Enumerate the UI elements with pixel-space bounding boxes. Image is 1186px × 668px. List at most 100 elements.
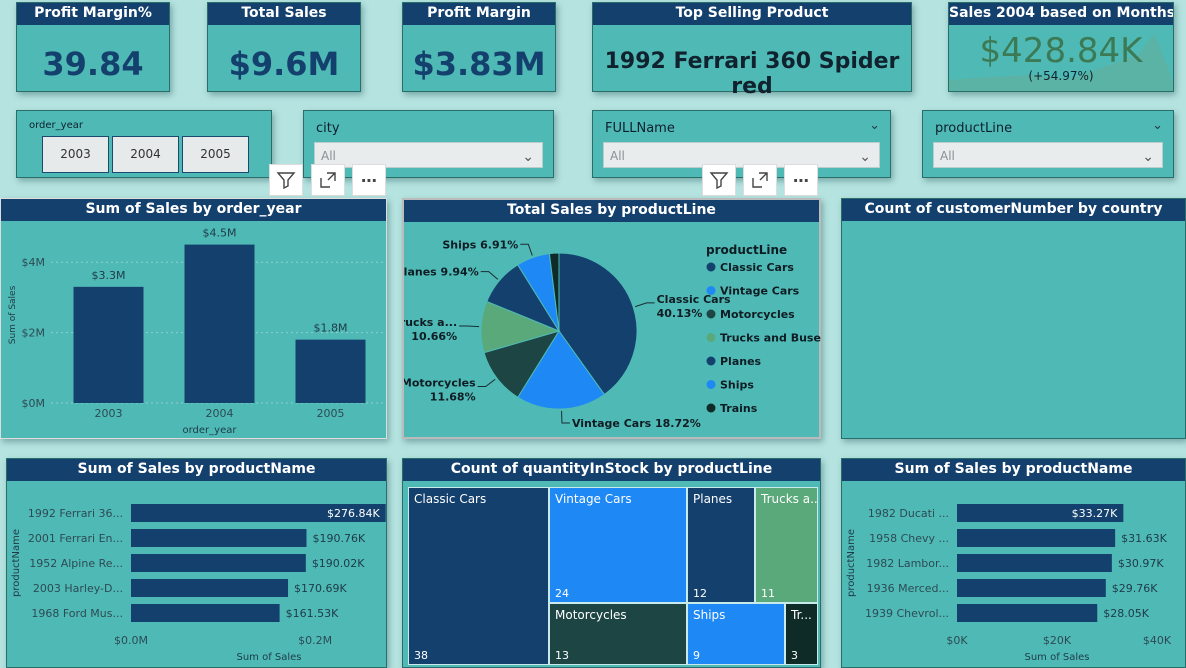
slicer-productline: productLine ⌄ All ⌄: [922, 110, 1174, 178]
leader-line: [480, 271, 499, 280]
legend-item: Planes: [720, 355, 762, 368]
chart-sales-by-year[interactable]: Sum of Sales by order_year $0M $2M $4M $3.3…: [0, 198, 387, 439]
leader-line: [561, 410, 570, 424]
y-tick-label: 1939 Chevrol...: [865, 607, 949, 620]
slicer-fullname: FULLName ⌄ All ⌄: [592, 110, 891, 178]
y-axis-label: Sum of Sales: [8, 285, 18, 344]
data-label: $4.5M: [203, 227, 237, 240]
legend-item: Motorcycles: [720, 308, 795, 321]
kpi-value: 39.84: [42, 45, 144, 83]
productline-dropdown[interactable]: All ⌄: [933, 142, 1163, 168]
treemap-cell: Classic Cars 38: [408, 487, 549, 665]
treemap-value: 24: [555, 587, 569, 600]
leader-line: [459, 325, 480, 328]
dropdown-value: All: [940, 149, 955, 163]
legend-item: Classic Cars: [720, 261, 794, 274]
legend-marker: [706, 262, 716, 272]
bar: [957, 604, 1098, 622]
data-label: $276.84K: [327, 507, 380, 520]
filter-icon[interactable]: [269, 164, 303, 196]
x-tick-label: 2005: [317, 407, 345, 420]
pie-data-label: Planes 9.94%: [404, 266, 479, 279]
kpi-value: $9.6M: [228, 45, 340, 83]
x-tick-label: 2004: [206, 407, 234, 420]
focus-mode-icon[interactable]: [743, 164, 777, 196]
chart-customers-by-country[interactable]: Count of customerNumber by country: [841, 198, 1186, 439]
treemap-label: Ships: [693, 608, 726, 622]
more-options-icon[interactable]: ⋯: [352, 164, 386, 196]
data-label: $30.97K: [1118, 557, 1164, 570]
chart-title: Total Sales by productLine: [404, 200, 819, 222]
chart-title: Count of quantityInStock by productLine: [403, 459, 820, 481]
y-tick-label: 1968 Ford Mus...: [31, 607, 123, 620]
pie-data-label-pct: 10.66%: [411, 330, 457, 343]
kpi-delta: (+54.97%): [1028, 69, 1094, 83]
y-axis-label: productName: [846, 529, 857, 597]
kpi-value: 1992 Ferrari 360 Spider red: [604, 49, 900, 99]
chart-sales-by-product-right[interactable]: Sum of Sales by productName 1982 Ducati …: [841, 458, 1186, 668]
treemap-cell: Motorcycles 13: [549, 603, 687, 665]
chevron-down-icon: ⌄: [522, 149, 534, 165]
bar: [73, 286, 144, 403]
kpi-title: Profit Margin%: [17, 3, 169, 25]
slicer-title: FULLName: [605, 121, 675, 136]
city-dropdown[interactable]: All ⌄: [314, 142, 543, 168]
chevron-down-icon[interactable]: ⌄: [869, 118, 880, 133]
year-option-2003[interactable]: 2003: [42, 136, 109, 173]
data-label: $29.76K: [1112, 582, 1158, 595]
legend-title: productLine: [706, 243, 787, 257]
bar: [131, 579, 289, 597]
y-tick-label: 1952 Alpine Re...: [29, 557, 123, 570]
kpi-value: $3.83M: [412, 45, 546, 83]
treemap-cell: Ships 9: [687, 603, 785, 665]
bar-chart-year: $0M $2M $4M $3.3M 2003 $4.5M 2004 $1.8M 2005 orde…: [8, 227, 386, 436]
legend-marker: [706, 380, 716, 389]
kpi-card-total-sales: Total Sales $9.6M: [207, 2, 361, 92]
chart-sales-by-product-left[interactable]: Sum of Sales by productName 1992 Ferrari…: [6, 458, 387, 668]
y-tick-label: 1982 Ducati ...: [868, 507, 949, 520]
y-tick-label: 2001 Ferrari En...: [28, 532, 123, 545]
year-option-2004[interactable]: 2004: [112, 136, 179, 173]
legend-item: Vintage Cars: [720, 285, 800, 298]
treemap-value: 38: [414, 649, 428, 662]
legend-marker: [706, 309, 716, 319]
treemap-cell: Trucks a... 11: [755, 487, 818, 603]
pie-data-label-name: Motorcycles: [404, 377, 476, 390]
y-tick-label: $4M: [22, 256, 46, 269]
treemap-label: Trucks a...: [761, 492, 818, 506]
x-axis-label: Sum of Sales: [1024, 652, 1089, 663]
data-label: $190.02K: [312, 557, 365, 570]
treemap-cell: Planes 12: [687, 487, 755, 603]
focus-mode-icon[interactable]: [311, 164, 345, 196]
kpi-title: Total Sales: [208, 3, 360, 25]
pie-data-label-name: Trucks a...: [404, 316, 457, 329]
bar: [957, 554, 1112, 572]
pie-chart: Classic Cars 40.13% Vintage Cars 18.72% Mot…: [404, 238, 821, 430]
more-options-icon[interactable]: ⋯: [784, 164, 818, 196]
dropdown-value: All: [610, 149, 625, 163]
leader-line: [635, 302, 655, 308]
chart-title: Count of customerNumber by country: [842, 199, 1185, 221]
data-label: $190.76K: [312, 532, 365, 545]
treemap-label: Classic Cars: [414, 492, 487, 506]
year-option-2005[interactable]: 2005: [182, 136, 249, 173]
hbar-chart: 1982 Ducati ... $33.27K 1958 Chevy ... $31.…: [846, 504, 1172, 663]
y-tick-label: $0M: [22, 397, 46, 410]
treemap-value: 13: [555, 649, 569, 662]
bar: [131, 529, 307, 547]
treemap-cell: Tr... 3: [785, 603, 818, 665]
fullname-dropdown[interactable]: All ⌄: [603, 142, 880, 168]
bar: [957, 579, 1106, 597]
kpi-title: Profit Margin: [403, 3, 555, 25]
treemap-label: Planes: [693, 492, 733, 506]
chart-treemap-stock[interactable]: Count of quantityInStock by productLine …: [402, 458, 821, 668]
filter-icon[interactable]: [702, 164, 736, 196]
treemap-label: Tr...: [791, 608, 812, 622]
pie-data-label-pct: 40.13%: [657, 307, 703, 320]
chevron-down-icon[interactable]: ⌄: [1152, 118, 1163, 133]
chart-sales-by-productline[interactable]: Total Sales by productLine Classic Cars 4…: [402, 198, 821, 439]
slicer-title: productLine: [935, 121, 1013, 136]
slicer-title: city: [316, 121, 340, 136]
kpi-value: $428.84K: [979, 31, 1143, 71]
bar: [184, 244, 255, 403]
